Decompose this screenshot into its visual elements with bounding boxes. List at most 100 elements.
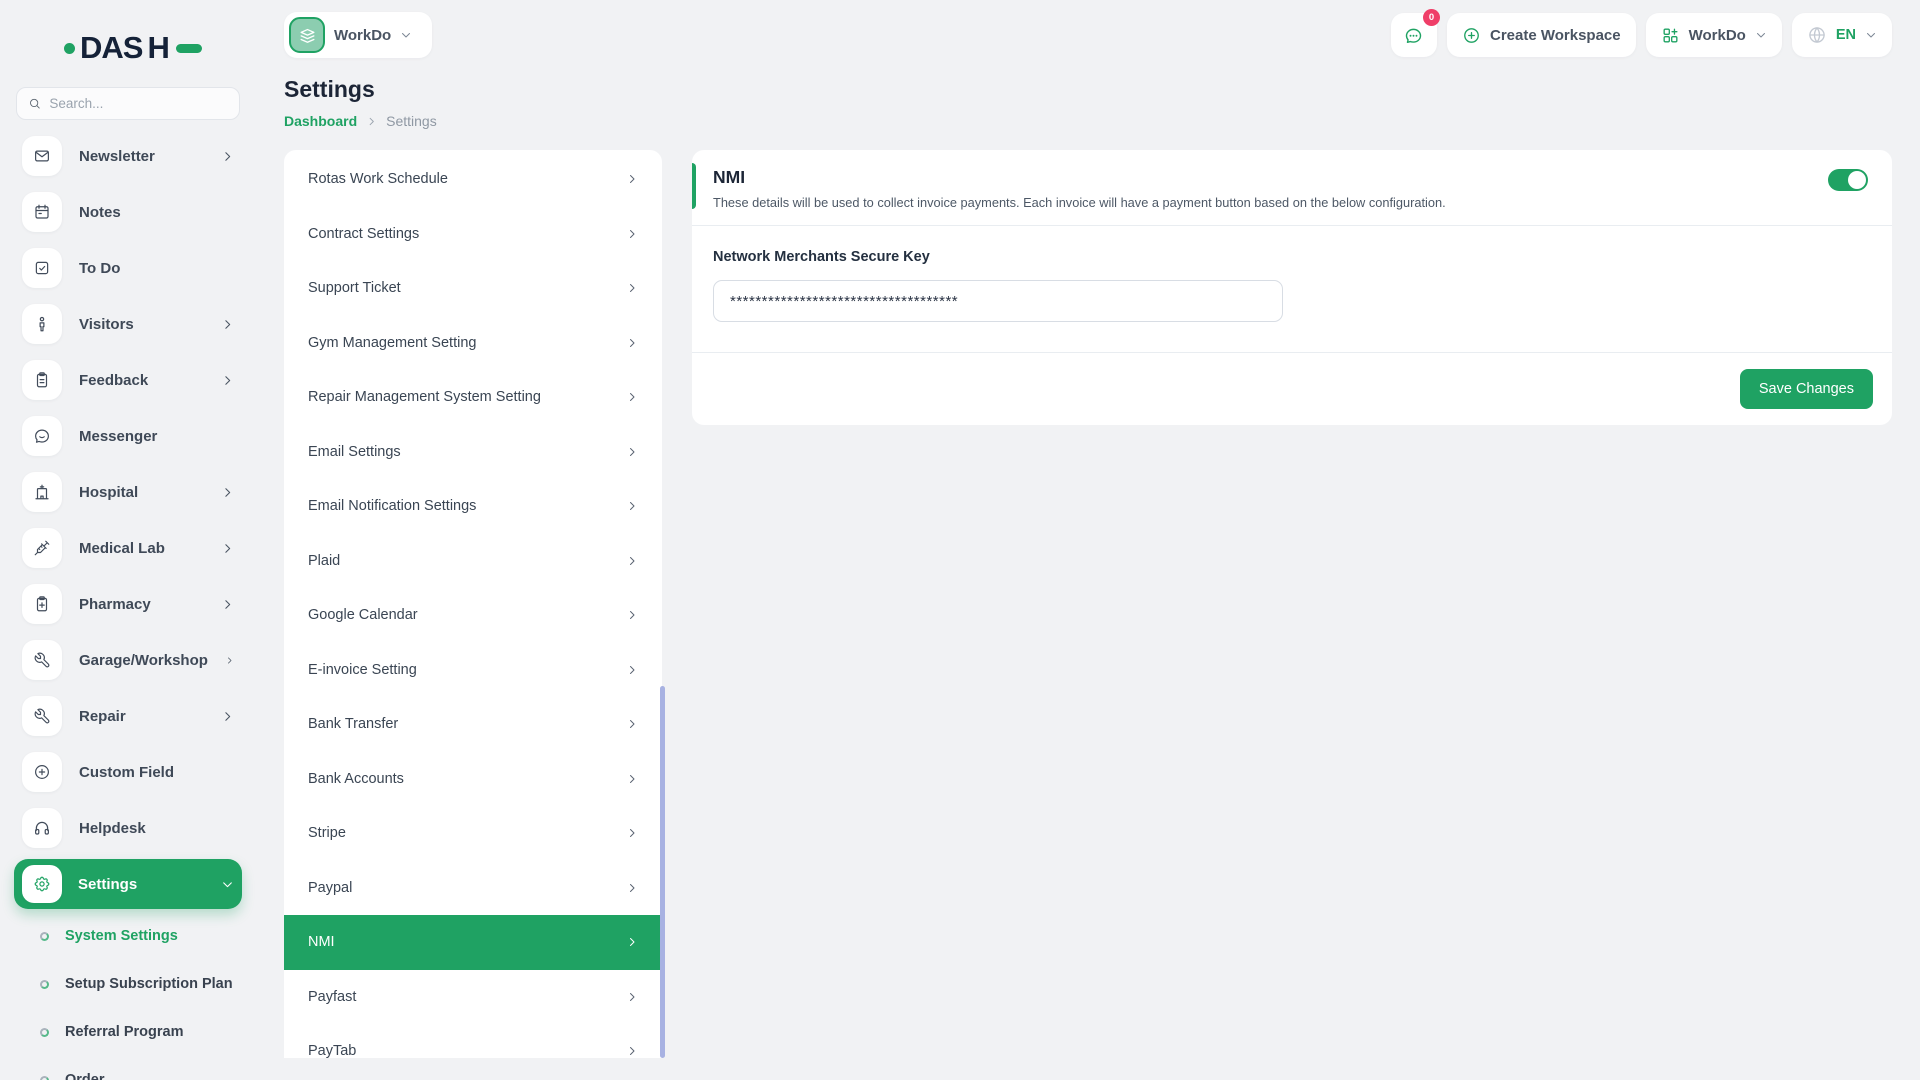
settings-menu-item-google-calendar[interactable]: Google Calendar (284, 588, 662, 643)
app-logo[interactable]: DAS H (0, 0, 256, 66)
logo-dash-icon (176, 44, 202, 53)
sub-item-setup-subscription-plan[interactable]: Setup Subscription Plan (0, 960, 256, 1008)
logo-text: DAS (80, 30, 142, 66)
search-icon (28, 96, 41, 111)
sub-item-system-settings[interactable]: System Settings (0, 912, 256, 960)
chevron-down-icon (1755, 29, 1767, 41)
sidebar-item-newsletter[interactable]: Newsletter (0, 128, 256, 184)
settings-menu-item-bank-transfer[interactable]: Bank Transfer (284, 697, 662, 752)
bullet-icon (40, 1076, 49, 1080)
create-workspace-button[interactable]: Create Workspace (1447, 13, 1636, 57)
sidebar-item-custom-field[interactable]: Custom Field (0, 744, 256, 800)
sidebar-item-messenger[interactable]: Messenger (0, 408, 256, 464)
settings-menu-item-paytab[interactable]: PayTab (284, 1024, 662, 1058)
sidebar: DAS H Newsletter Notes To Do Visitors Fe… (0, 0, 256, 1080)
chevron-right-icon (626, 1045, 638, 1057)
settings-menu-item-nmi[interactable]: NMI (284, 915, 662, 970)
chevron-right-icon (221, 318, 234, 331)
bullet-icon (40, 980, 49, 989)
sub-item-label: System Settings (65, 928, 178, 944)
settings-menu-item-bank-accounts[interactable]: Bank Accounts (284, 752, 662, 807)
sidebar-item-garage-workshop[interactable]: Garage/Workshop (0, 632, 256, 688)
sidebar-item-visitors[interactable]: Visitors (0, 296, 256, 352)
settings-menu-wrap: Rotas Work Schedule Contract Settings Su… (284, 150, 662, 1058)
sidebar-menu: Newsletter Notes To Do Visitors Feedback… (0, 128, 256, 909)
sidebar-item-label: Garage/Workshop (79, 652, 208, 669)
chevron-right-icon (221, 710, 234, 723)
chevron-right-icon (626, 827, 638, 839)
wrench-icon (22, 696, 62, 736)
panel-description: These details will be used to collect in… (713, 195, 1868, 210)
nmi-panel: NMI These details will be used to collec… (692, 150, 1892, 425)
secure-key-input[interactable] (713, 280, 1283, 322)
mail-icon (22, 136, 62, 176)
sidebar-item-label: Repair (79, 708, 204, 725)
messages-button[interactable]: 0 (1391, 13, 1437, 57)
scrollbar-thumb[interactable] (660, 686, 665, 1058)
workspace-avatar (289, 17, 325, 53)
settings-menu-item-support-ticket[interactable]: Support Ticket (284, 261, 662, 316)
sub-item-order[interactable]: Order (0, 1056, 256, 1080)
page-head: Settings Dashboard Settings (256, 62, 1920, 129)
settings-menu-card: Rotas Work Schedule Contract Settings Su… (284, 150, 662, 1058)
sidebar-item-label: Settings (78, 876, 205, 893)
chevron-right-icon (626, 936, 638, 948)
sidebar-item-todo[interactable]: To Do (0, 240, 256, 296)
chevron-right-icon (626, 391, 638, 403)
bullet-icon (40, 932, 49, 941)
save-changes-button[interactable]: Save Changes (1740, 369, 1873, 409)
chevron-right-icon (626, 228, 638, 240)
settings-menu-item-email-settings[interactable]: Email Settings (284, 425, 662, 480)
settings-menu-item-e-invoice-setting[interactable]: E-invoice Setting (284, 643, 662, 698)
chevron-right-icon (626, 882, 638, 894)
settings-menu-item-stripe[interactable]: Stripe (284, 806, 662, 861)
settings-menu-item-rotas-work-schedule[interactable]: Rotas Work Schedule (284, 152, 662, 207)
workspace-switcher-label: WorkDo (1689, 27, 1746, 44)
content: Rotas Work Schedule Contract Settings Su… (256, 129, 1920, 1058)
chevron-right-icon (626, 446, 638, 458)
settings-menu-item-email-notification-settings[interactable]: Email Notification Settings (284, 479, 662, 534)
sidebar-search[interactable] (16, 87, 240, 120)
sidebar-item-hospital[interactable]: Hospital (0, 464, 256, 520)
sidebar-item-label: Pharmacy (79, 596, 204, 613)
settings-menu-item-contract-settings[interactable]: Contract Settings (284, 207, 662, 262)
settings-menu-item-plaid[interactable]: Plaid (284, 534, 662, 589)
sidebar-item-feedback[interactable]: Feedback (0, 352, 256, 408)
topbar-actions: 0 Create Workspace WorkDo EN (1391, 13, 1892, 57)
sub-item-label: Order (65, 1072, 105, 1080)
sub-item-referral-program[interactable]: Referral Program (0, 1008, 256, 1056)
chat-dots-icon (1403, 25, 1424, 46)
chevron-right-icon (626, 173, 638, 185)
sidebar-item-label: Visitors (79, 316, 204, 333)
building-layers-icon (298, 26, 317, 45)
wrench-icon (22, 640, 62, 680)
workspace-selector[interactable]: WorkDo (284, 12, 432, 58)
topbar: WorkDo 0 Create Workspace WorkDo EN (256, 0, 1920, 62)
sidebar-item-helpdesk[interactable]: Helpdesk (0, 800, 256, 856)
sidebar-item-pharmacy[interactable]: Pharmacy (0, 576, 256, 632)
settings-sub-menu: System Settings Setup Subscription Plan … (0, 912, 256, 1080)
settings-menu-item-gym-management-setting[interactable]: Gym Management Setting (284, 316, 662, 371)
language-selector[interactable]: EN (1792, 13, 1892, 57)
nmi-panel-header: NMI These details will be used to collec… (692, 150, 1892, 225)
settings-menu-item-repair-management-system-setting[interactable]: Repair Management System Setting (284, 370, 662, 425)
workspace-switcher[interactable]: WorkDo (1646, 13, 1782, 57)
chat-bubble-icon (22, 416, 62, 456)
toggle-knob (1848, 171, 1866, 189)
settings-menu-item-payfast[interactable]: Payfast (284, 970, 662, 1025)
sidebar-item-settings[interactable]: Settings (14, 859, 242, 909)
nmi-panel-body: Network Merchants Secure Key (692, 225, 1892, 352)
settings-menu-item-paypal[interactable]: Paypal (284, 861, 662, 916)
sidebar-item-label: Hospital (79, 484, 204, 501)
chevron-right-icon (626, 773, 638, 785)
sidebar-item-label: Feedback (79, 372, 204, 389)
chevron-down-icon (221, 878, 234, 891)
search-input[interactable] (49, 96, 228, 111)
sidebar-item-medical-lab[interactable]: Medical Lab (0, 520, 256, 576)
sidebar-item-repair[interactable]: Repair (0, 688, 256, 744)
breadcrumb-current: Settings (386, 113, 437, 129)
sidebar-item-notes[interactable]: Notes (0, 184, 256, 240)
language-label: EN (1836, 27, 1856, 43)
nmi-enable-toggle[interactable] (1828, 169, 1868, 191)
breadcrumb-dashboard-link[interactable]: Dashboard (284, 113, 357, 129)
